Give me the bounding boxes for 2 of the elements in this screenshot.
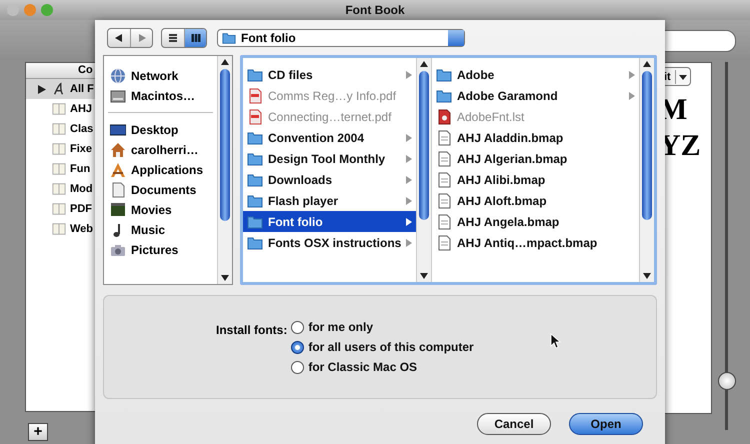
install-fonts-label: Install fonts: (216, 322, 288, 339)
window-title: Font Book (345, 3, 405, 17)
